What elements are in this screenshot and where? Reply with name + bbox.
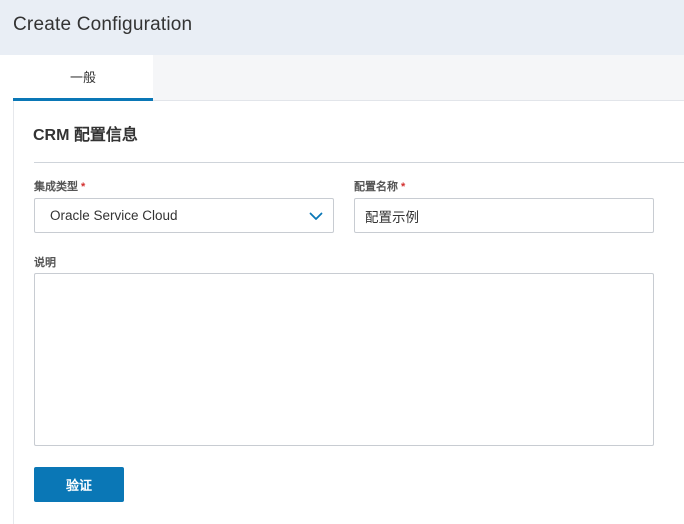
required-marker: * <box>81 181 86 193</box>
integration-type-label-text: 集成类型 <box>34 181 78 193</box>
integration-type-select[interactable]: Oracle Service Cloud <box>34 198 334 233</box>
section-divider <box>34 162 684 163</box>
create-configuration-page: Create Configuration 一般 CRM 配置信息 集成类型 * O… <box>0 0 684 524</box>
integration-type-label: 集成类型 * <box>34 178 85 194</box>
chevron-down-icon <box>309 212 323 220</box>
config-name-label-text: 配置名称 <box>354 181 398 193</box>
description-textarea[interactable] <box>34 273 654 446</box>
tab-bar: 一般 <box>13 55 684 101</box>
page-header: Create Configuration <box>0 0 684 55</box>
config-name-input[interactable] <box>354 198 654 233</box>
required-marker: * <box>401 181 406 193</box>
section-title: CRM 配置信息 <box>33 127 138 144</box>
form-panel: CRM 配置信息 集成类型 * Oracle Service Cloud 配置名称… <box>13 101 684 524</box>
page-title: Create Configuration <box>13 14 193 35</box>
config-name-label: 配置名称 * <box>354 178 405 194</box>
description-label: 说明 <box>34 257 56 269</box>
tab-general[interactable]: 一般 <box>13 55 153 101</box>
validate-button[interactable]: 验证 <box>34 467 124 502</box>
integration-type-value: Oracle Service Cloud <box>50 208 178 223</box>
